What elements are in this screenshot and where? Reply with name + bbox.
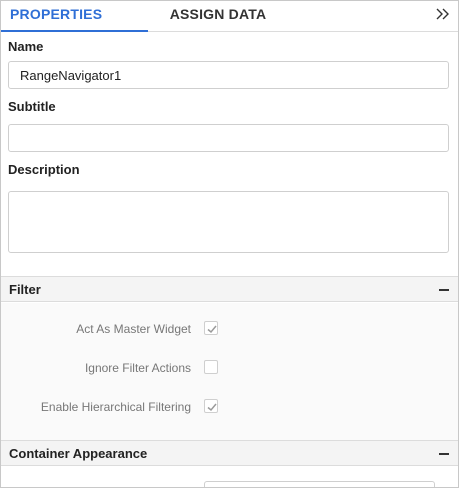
ignore-filter-actions-checkbox[interactable] [204, 360, 218, 374]
subtitle-input[interactable] [8, 124, 449, 152]
container-appearance-field[interactable] [204, 481, 435, 487]
check-icon [207, 325, 217, 334]
container-appearance-section-header[interactable]: Container Appearance [1, 440, 458, 466]
minus-icon[interactable] [439, 453, 449, 455]
description-textarea[interactable] [8, 191, 449, 253]
name-input[interactable] [8, 61, 449, 89]
container-appearance-section-title: Container Appearance [9, 446, 148, 461]
description-label: Description [8, 162, 80, 177]
act-as-master-widget-label: Act As Master Widget [76, 322, 191, 336]
collapse-panel-button[interactable] [434, 5, 452, 23]
act-as-master-widget-checkbox[interactable] [204, 321, 218, 335]
name-label: Name [8, 39, 44, 54]
filter-section-body: Act As Master Widget Ignore Filter Actio… [1, 303, 458, 440]
check-icon [207, 403, 217, 412]
double-chevron-right-icon [436, 8, 449, 20]
tab-assign-data[interactable]: ASSIGN DATA [148, 1, 288, 32]
properties-panel: PROPERTIES ASSIGN DATA Name Subtitle Des… [0, 0, 459, 488]
tab-bar: PROPERTIES ASSIGN DATA [1, 1, 458, 32]
subtitle-label: Subtitle [8, 99, 56, 114]
filter-section-title: Filter [9, 282, 41, 297]
ignore-filter-actions-label: Ignore Filter Actions [84, 361, 191, 375]
filter-section-header[interactable]: Filter [1, 276, 458, 302]
enable-hierarchical-filtering-checkbox[interactable] [204, 399, 218, 413]
tab-properties[interactable]: PROPERTIES [1, 1, 148, 32]
enable-hierarchical-filtering-label: Enable Hierarchical Filtering [40, 400, 191, 414]
minus-icon[interactable] [439, 289, 449, 291]
